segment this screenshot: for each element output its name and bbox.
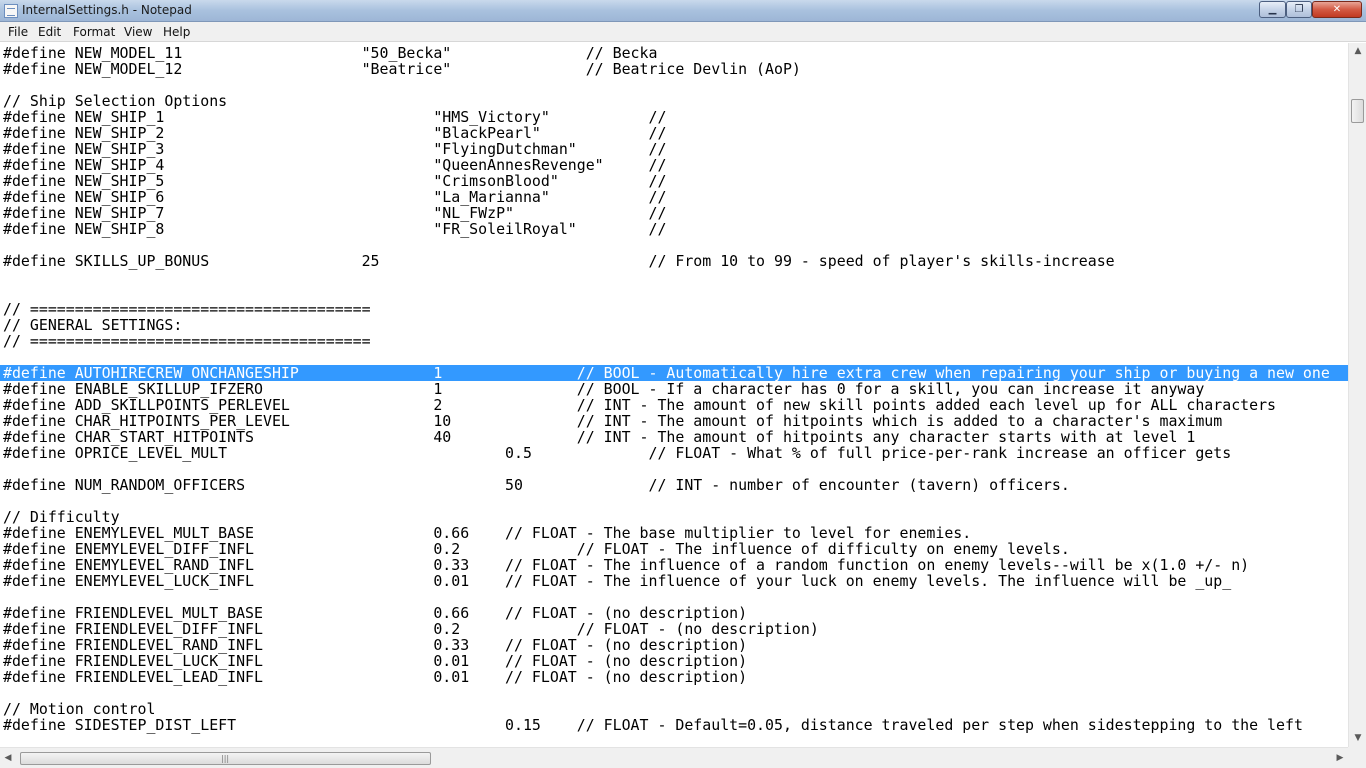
code-line[interactable]: #define OPRICE_LEVEL_MULT 0.5 // FLOAT -…: [3, 445, 1348, 461]
code-line[interactable]: #define NEW_MODEL_11 "50_Becka" // Becka: [3, 45, 1348, 61]
menu-file[interactable]: File: [8, 25, 28, 39]
vertical-scroll-thumb[interactable]: [1351, 99, 1364, 123]
code-line[interactable]: #define NUM_RANDOM_OFFICERS 50 // INT - …: [3, 477, 1348, 493]
code-line[interactable]: // =====================================…: [3, 301, 1348, 317]
menu-edit[interactable]: Edit: [38, 25, 61, 39]
code-line[interactable]: // GENERAL SETTINGS:: [3, 317, 1348, 333]
code-line[interactable]: [3, 237, 1348, 253]
code-line[interactable]: #define ENABLE_SKILLUP_IFZERO 1 // BOOL …: [3, 381, 1348, 397]
code-line[interactable]: #define NEW_SHIP_2 "BlackPearl" //: [3, 125, 1348, 141]
horizontal-scroll-thumb[interactable]: |||: [20, 752, 431, 765]
scroll-grip-icon: |||: [221, 754, 230, 763]
code-line[interactable]: [3, 589, 1348, 605]
text-editor-area[interactable]: #define NEW_MODEL_11 "50_Becka" // Becka…: [0, 43, 1348, 747]
code-line[interactable]: #define SIDESTEP_DIST_LEFT 0.15 // FLOAT…: [3, 717, 1348, 733]
scroll-left-arrow-icon[interactable]: ◀: [0, 750, 16, 767]
menu-bar: File Edit Format View Help: [0, 22, 1366, 42]
code-line[interactable]: [3, 285, 1348, 301]
code-line[interactable]: #define ENEMYLEVEL_DIFF_INFL 0.2 // FLOA…: [3, 541, 1348, 557]
notepad-app-icon[interactable]: [4, 4, 18, 18]
minimize-button[interactable]: ▁: [1259, 1, 1286, 18]
code-line[interactable]: #define NEW_SHIP_7 "NL_FWzP" //: [3, 205, 1348, 221]
code-line[interactable]: #define SKILLS_UP_BONUS 25 // From 10 to…: [3, 253, 1348, 269]
code-line[interactable]: [3, 685, 1348, 701]
window-title: InternalSettings.h - Notepad: [22, 3, 192, 17]
code-line[interactable]: #define ENEMYLEVEL_LUCK_INFL 0.01 // FLO…: [3, 573, 1348, 589]
code-line[interactable]: #define ENEMYLEVEL_RAND_INFL 0.33 // FLO…: [3, 557, 1348, 573]
code-line[interactable]: #define NEW_SHIP_3 "FlyingDutchman" //: [3, 141, 1348, 157]
code-line[interactable]: #define FRIENDLEVEL_RAND_INFL 0.33 // FL…: [3, 637, 1348, 653]
code-line[interactable]: #define ENEMYLEVEL_MULT_BASE 0.66 // FLO…: [3, 525, 1348, 541]
code-line[interactable]: #define FRIENDLEVEL_MULT_BASE 0.66 // FL…: [3, 605, 1348, 621]
editor-lines: #define NEW_MODEL_11 "50_Becka" // Becka…: [0, 45, 1348, 733]
scroll-down-arrow-icon[interactable]: ▼: [1350, 730, 1366, 747]
maximize-icon: ❐: [1294, 4, 1304, 15]
maximize-button[interactable]: ❐: [1286, 1, 1312, 18]
code-line[interactable]: #define NEW_SHIP_8 "FR_SoleilRoyal" //: [3, 221, 1348, 237]
code-line[interactable]: #define CHAR_HITPOINTS_PER_LEVEL 10 // I…: [3, 413, 1348, 429]
close-button[interactable]: ✕: [1312, 1, 1362, 18]
code-line[interactable]: [3, 461, 1348, 477]
code-line[interactable]: #define CHAR_START_HITPOINTS 40 // INT -…: [3, 429, 1348, 445]
code-line[interactable]: #define FRIENDLEVEL_DIFF_INFL 0.2 // FLO…: [3, 621, 1348, 637]
scroll-right-arrow-icon[interactable]: ▶: [1332, 750, 1348, 767]
code-line[interactable]: [3, 77, 1348, 93]
code-line[interactable]: [3, 349, 1348, 365]
title-bar[interactable]: InternalSettings.h - Notepad ▁ ❐ ✕: [0, 0, 1366, 22]
horizontal-scrollbar[interactable]: ◀ ||| ▶: [0, 747, 1348, 768]
code-line[interactable]: // Ship Selection Options: [3, 93, 1348, 109]
code-line[interactable]: // =====================================…: [3, 333, 1348, 349]
code-line[interactable]: [3, 493, 1348, 509]
vertical-scrollbar[interactable]: ▲ ▼: [1348, 43, 1366, 747]
code-line[interactable]: #define ADD_SKILLPOINTS_PERLEVEL 2 // IN…: [3, 397, 1348, 413]
size-grip[interactable]: [1348, 747, 1366, 768]
code-line[interactable]: #define NEW_MODEL_12 "Beatrice" // Beatr…: [3, 61, 1348, 77]
code-line[interactable]: [3, 269, 1348, 285]
code-line[interactable]: // Motion control: [3, 701, 1348, 717]
close-icon: ✕: [1332, 4, 1342, 15]
minimize-icon: ▁: [1268, 4, 1277, 15]
code-line[interactable]: #define FRIENDLEVEL_LEAD_INFL 0.01 // FL…: [3, 669, 1348, 685]
code-line[interactable]: #define FRIENDLEVEL_LUCK_INFL 0.01 // FL…: [3, 653, 1348, 669]
menu-format[interactable]: Format: [73, 25, 115, 39]
code-line[interactable]: // Difficulty: [3, 509, 1348, 525]
code-line[interactable]: #define NEW_SHIP_6 "La_Marianna" //: [3, 189, 1348, 205]
menu-help[interactable]: Help: [163, 25, 190, 39]
scroll-up-arrow-icon[interactable]: ▲: [1350, 43, 1366, 60]
code-line[interactable]: #define NEW_SHIP_4 "QueenAnnesRevenge" /…: [3, 157, 1348, 173]
code-line[interactable]: #define NEW_SHIP_5 "CrimsonBlood" //: [3, 173, 1348, 189]
code-line[interactable]: #define NEW_SHIP_1 "HMS_Victory" //: [3, 109, 1348, 125]
menu-view[interactable]: View: [124, 25, 152, 39]
selected-code-line[interactable]: #define AUTOHIRECREW_ONCHANGESHIP 1 // B…: [0, 365, 1348, 381]
